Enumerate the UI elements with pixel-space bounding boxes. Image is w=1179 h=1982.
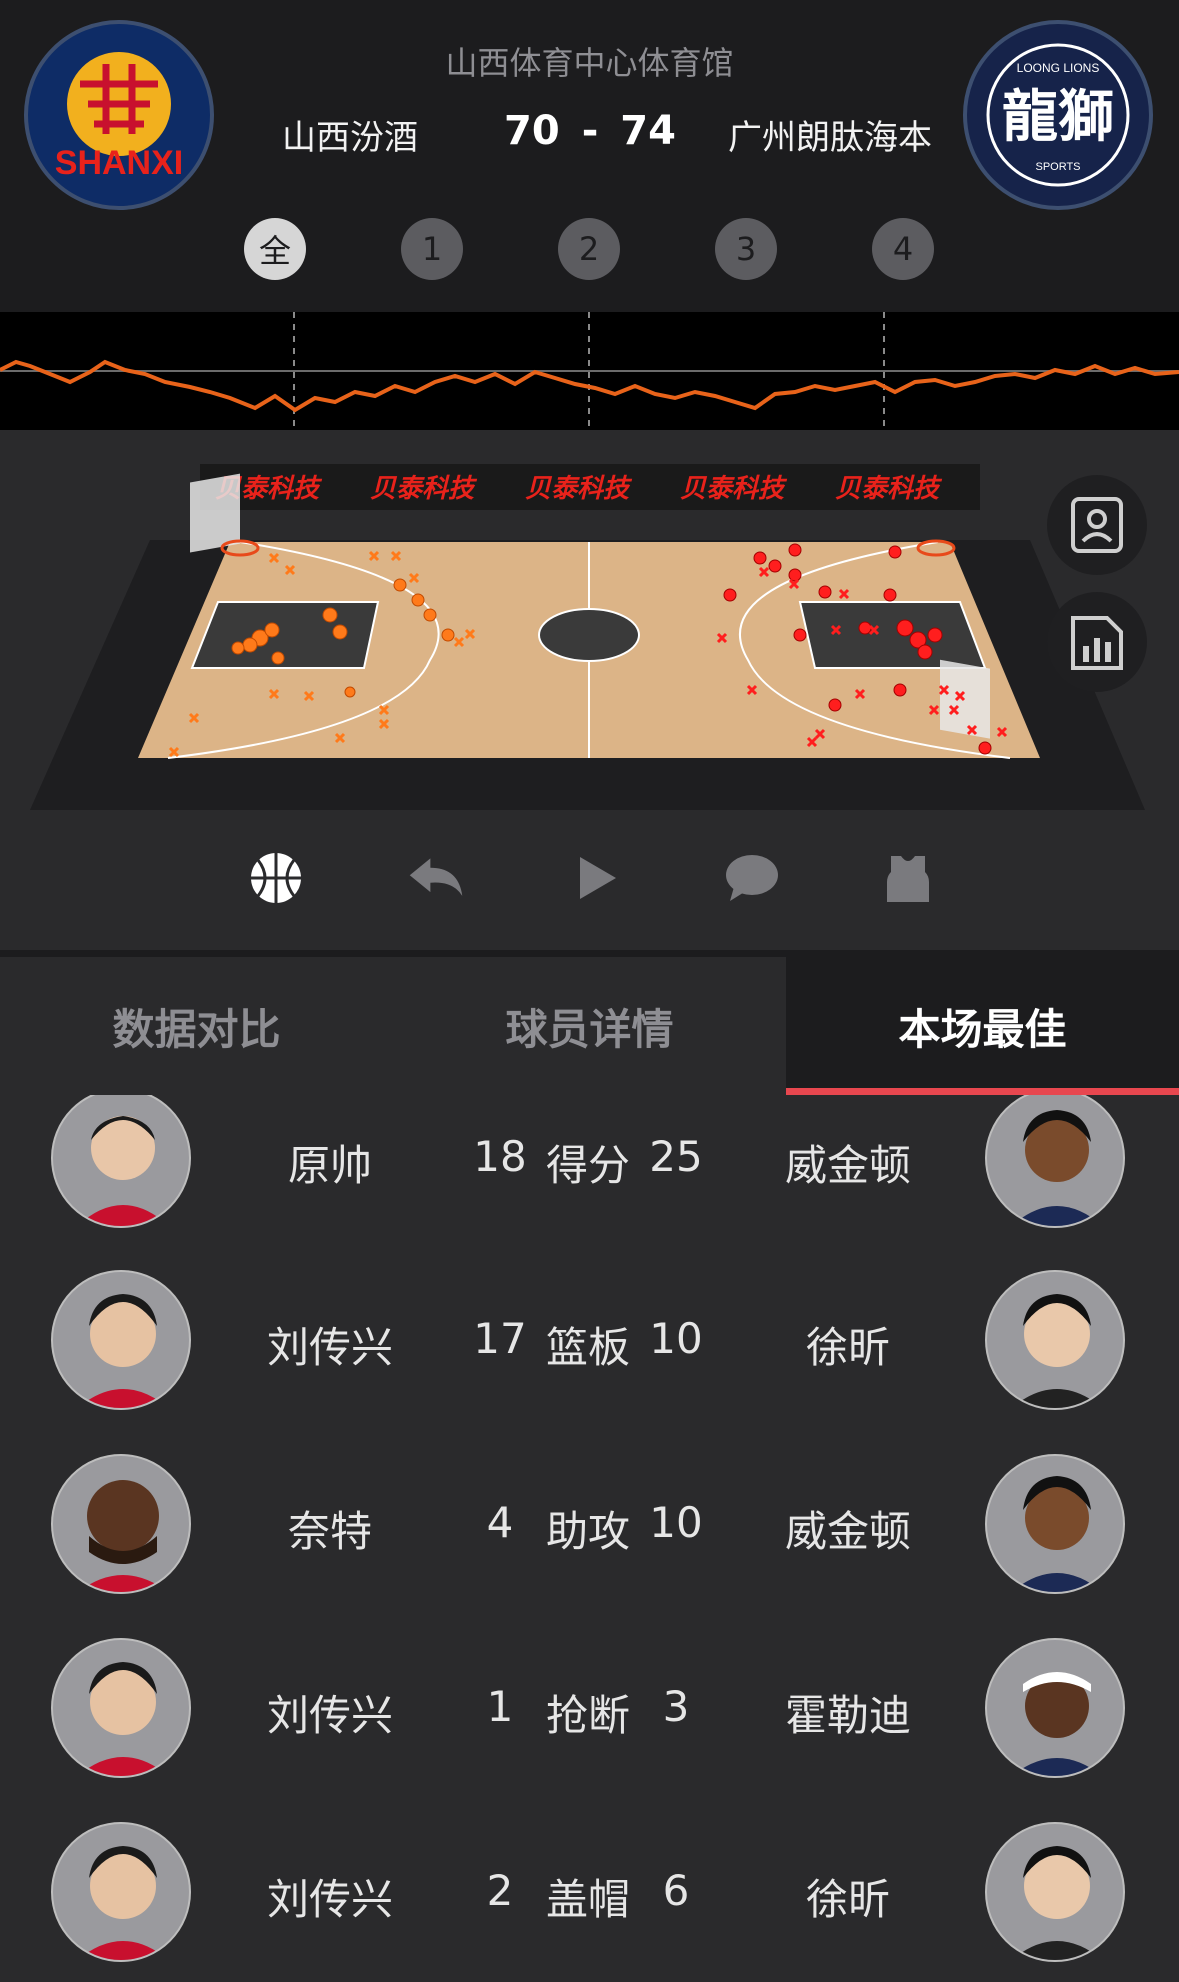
tab-bar: 数据对比 球员详情 本场最佳 (0, 957, 1179, 1095)
quarter-4-button[interactable]: 4 (872, 218, 934, 280)
home-player-avatar[interactable] (51, 1638, 191, 1778)
home-player-avatar[interactable] (51, 1454, 191, 1594)
home-player-avatar[interactable] (51, 1822, 191, 1962)
home-player-name: 刘传兴 (266, 1875, 393, 1924)
away-team-name: 广州朗肽海本 (728, 118, 932, 158)
best-row-rebounds[interactable]: 刘传兴 17 篮板 10 徐昕 (0, 1270, 1179, 1410)
venue-name: 山西体育中心体育馆 (445, 44, 734, 82)
away-player-avatar[interactable] (985, 1822, 1125, 1962)
right-paint (798, 601, 987, 669)
home-player-avatar[interactable] (51, 1095, 191, 1228)
loong-lions-logo-sports: SPORTS (1035, 161, 1080, 173)
best-row-steals[interactable]: 刘传兴 1 抢断 3 霍勒迪 (0, 1638, 1179, 1778)
best-row-points[interactable]: 原帅 18 得分 25 威金顿 (0, 1095, 1179, 1228)
player-card-icon (1071, 497, 1123, 553)
home-score: 70 (504, 108, 560, 154)
quarter-3-button[interactable]: 3 (715, 218, 777, 280)
away-score: 74 (620, 108, 676, 154)
loong-lions-logo-subtitle: LOONG LIONS (1017, 61, 1100, 75)
shanxi-logo-text: SHANXI (55, 144, 183, 182)
quarter-1-button[interactable]: 1 (401, 218, 463, 280)
player-card-button[interactable] (1047, 475, 1147, 575)
left-paint (190, 601, 380, 669)
stat-label: 抢断 (545, 1691, 630, 1740)
sponsor-text-2: 贝泰科技 (370, 474, 478, 504)
play-filter-button[interactable] (568, 848, 628, 908)
tab-best-players[interactable]: 本场最佳 (786, 957, 1179, 1095)
scoreboard: 70 - 74 (490, 108, 690, 154)
home-player-name: 原帅 (287, 1141, 372, 1190)
best-row-blocks[interactable]: 刘传兴 2 盖帽 6 徐昕 (0, 1822, 1179, 1962)
home-player-name: 刘传兴 (266, 1691, 393, 1740)
comment-filter-button[interactable] (722, 848, 782, 908)
away-stat-value: 3 (662, 1682, 690, 1731)
quarter-2-button[interactable]: 2 (558, 218, 620, 280)
stat-label: 助攻 (545, 1507, 630, 1556)
right-backboard (940, 659, 990, 739)
stat-label: 盖帽 (545, 1875, 630, 1924)
loong-lions-team-logo[interactable]: LOONG LIONS 龍獅 SPORTS (963, 20, 1153, 210)
away-stat-value: 10 (649, 1314, 703, 1363)
jersey-icon (887, 856, 929, 902)
away-player-avatar[interactable] (985, 1270, 1125, 1410)
score-separator: - (581, 108, 599, 154)
shanxi-team-logo[interactable]: SHANXI (24, 20, 214, 210)
sponsor-text-4: 贝泰科技 (680, 474, 788, 504)
undo-icon (409, 858, 463, 896)
stat-label: 得分 (545, 1141, 630, 1190)
game-header: SHANXI 山西体育中心体育馆 山西汾酒 70 - 74 广州朗肽海本 LOO… (0, 0, 1179, 312)
away-player-avatar[interactable] (985, 1638, 1125, 1778)
home-player-avatar[interactable] (51, 1270, 191, 1410)
away-player-name: 威金顿 (784, 1141, 911, 1190)
tab-data-compare[interactable]: 数据对比 (0, 957, 393, 1095)
loong-lions-logo-text: 龍獅 (1002, 85, 1114, 150)
comment-icon (726, 855, 778, 901)
away-player-avatar[interactable] (985, 1095, 1125, 1228)
away-player-avatar[interactable] (985, 1454, 1125, 1594)
best-players-list: 原帅 18 得分 25 威金顿 刘传兴 17 篮板 10 徐昕 奈特 4 助攻 … (0, 1095, 1179, 1982)
stat-label: 篮板 (545, 1323, 630, 1372)
center-circle (538, 608, 640, 662)
away-stat-value: 6 (662, 1866, 690, 1915)
jersey-filter-button[interactable] (878, 848, 938, 908)
away-stat-value: 25 (649, 1132, 703, 1181)
basketball-filter-button[interactable] (246, 848, 306, 908)
active-tab-indicator (786, 1088, 1179, 1095)
score-trend-chart (0, 312, 1179, 430)
sponsor-text-3: 贝泰科技 (525, 474, 633, 504)
sponsor-text-5: 贝泰科技 (835, 474, 943, 504)
away-player-name: 徐昕 (805, 1875, 890, 1924)
quarter-all-button[interactable]: 全 (244, 218, 306, 280)
play-icon (580, 857, 616, 899)
stats-chart-button[interactable] (1047, 592, 1147, 692)
away-player-name: 威金顿 (784, 1507, 911, 1556)
away-player-name: 徐昕 (805, 1323, 890, 1372)
away-player-name: 霍勒迪 (784, 1691, 911, 1740)
quarter-selector: 全 1 2 3 4 (0, 218, 1179, 282)
best-row-assists[interactable]: 奈特 4 助攻 10 威金顿 (0, 1454, 1179, 1594)
home-player-name: 奈特 (287, 1507, 372, 1556)
score-margin-line (0, 359, 1179, 413)
rebound-filter-button[interactable] (406, 848, 466, 908)
home-team-name: 山西汾酒 (282, 118, 418, 158)
home-player-name: 刘传兴 (266, 1323, 393, 1372)
stats-chart-icon (1071, 616, 1123, 670)
away-stat-value: 10 (649, 1498, 703, 1547)
basketball-icon (251, 853, 301, 903)
tab-player-details[interactable]: 球员详情 (393, 957, 786, 1095)
